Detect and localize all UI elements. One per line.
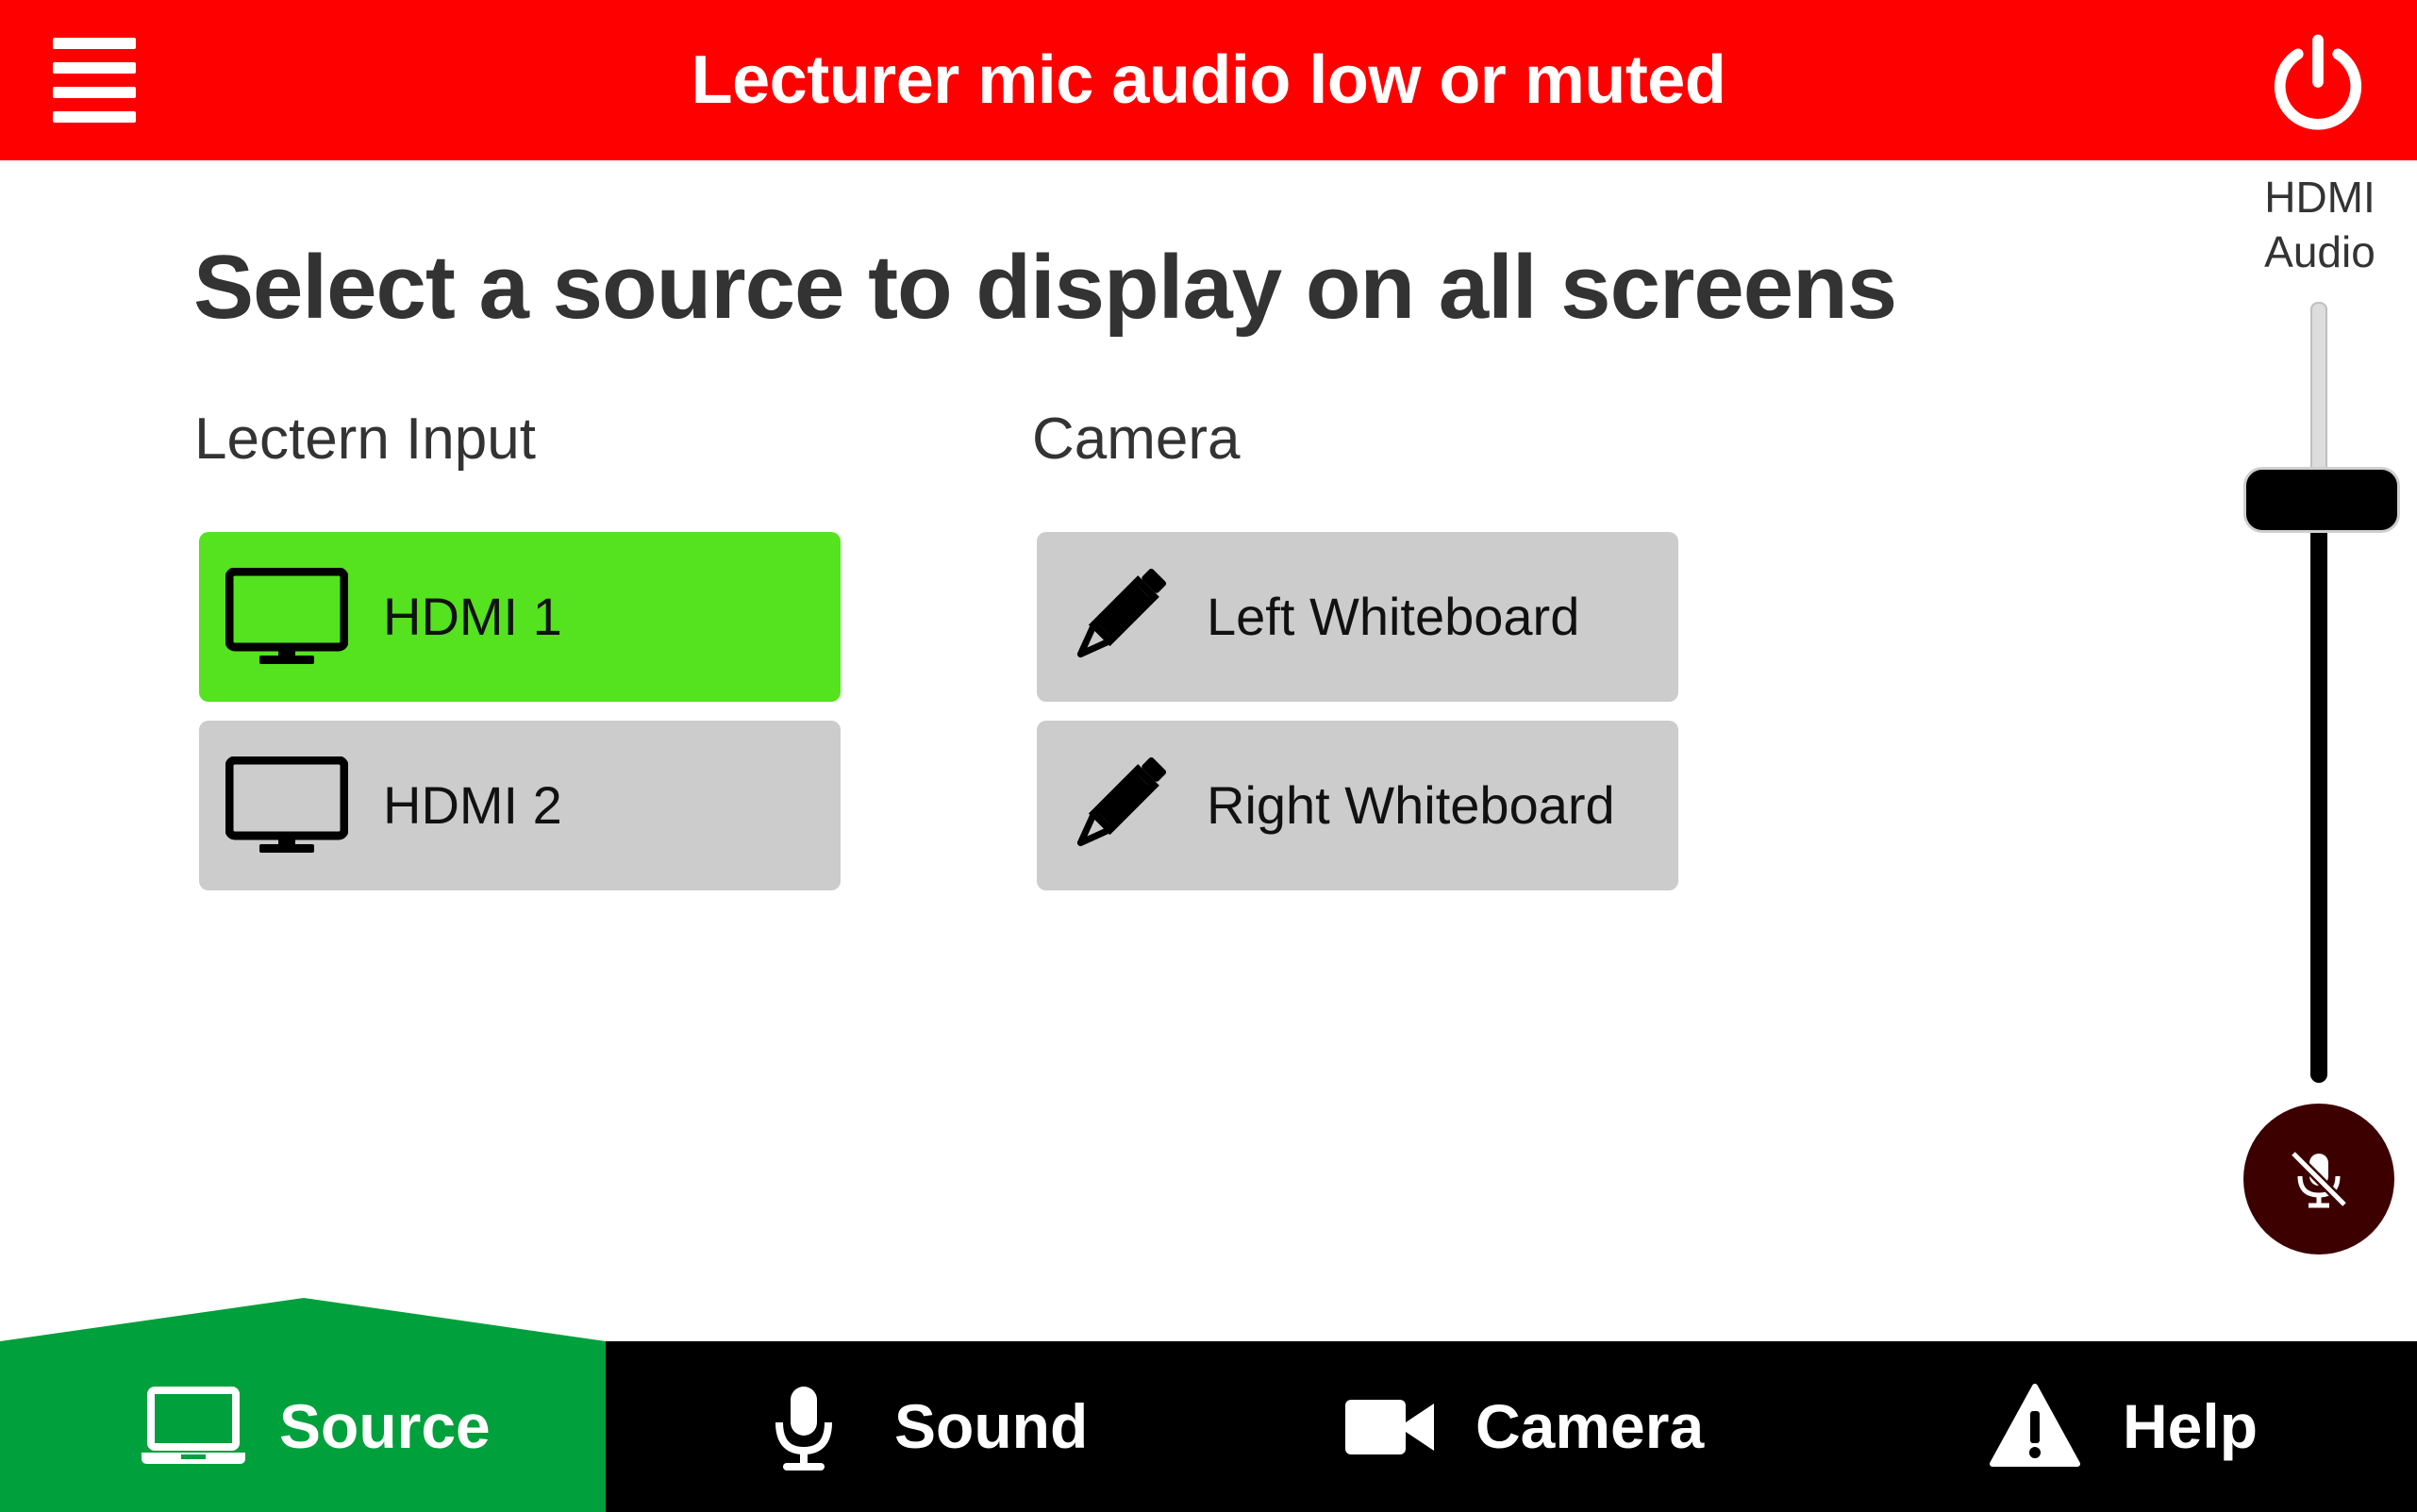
monitor-icon <box>225 567 349 666</box>
right-whiteboard-button[interactable]: Right Whiteboard <box>1037 721 1678 890</box>
monitor-icon <box>225 756 349 855</box>
left-whiteboard-button[interactable]: Left Whiteboard <box>1037 532 1678 702</box>
lectern-input-label: Lectern Input <box>194 407 536 472</box>
video-camera-icon <box>1345 1400 1434 1454</box>
tab-camera-label: Camera <box>1475 1391 1705 1461</box>
mic-muted-icon <box>2290 1150 2348 1208</box>
volume-slider-thumb[interactable] <box>2243 467 2400 533</box>
left-whiteboard-label: Left Whiteboard <box>1207 587 1580 646</box>
tab-help-label: Help <box>2123 1391 2259 1461</box>
hdmi-2-button[interactable]: HDMI 2 <box>199 721 841 890</box>
pencil-icon <box>1065 753 1171 858</box>
tab-camera[interactable]: Camera <box>1209 1341 1813 1512</box>
camera-section-label: Camera <box>1032 407 1241 472</box>
tab-source-label: Source <box>279 1391 491 1461</box>
hdmi-1-label: HDMI 1 <box>383 587 562 646</box>
hdmi-audio-label-line2: Audio <box>2264 227 2375 276</box>
tab-sound[interactable]: Sound <box>606 1341 1209 1512</box>
page-heading: Select a source to display on all screen… <box>193 237 1897 338</box>
microphone-icon <box>775 1387 832 1470</box>
laptop-icon <box>142 1387 245 1464</box>
alert-header: Lecturer mic audio low or muted <box>0 0 2417 160</box>
tab-help[interactable]: Help <box>1813 1341 2417 1512</box>
tab-sound-label: Sound <box>894 1391 1089 1461</box>
hdmi-audio-label-line1: HDMI <box>2264 173 2375 222</box>
pencil-icon <box>1065 564 1171 670</box>
tab-source[interactable]: Source <box>0 1341 606 1512</box>
hdmi-2-label: HDMI 2 <box>383 775 562 835</box>
volume-track-filled[interactable] <box>2310 517 2327 1083</box>
warning-icon <box>1990 1384 2080 1467</box>
power-icon[interactable] <box>2268 32 2368 132</box>
hdmi-audio-label: HDMI Audio <box>2245 170 2394 279</box>
right-whiteboard-label: Right Whiteboard <box>1207 775 1615 835</box>
mic-mute-button[interactable] <box>2243 1104 2394 1254</box>
alert-title: Lecturer mic audio low or muted <box>691 42 1726 118</box>
hdmi-1-button[interactable]: HDMI 1 <box>199 532 841 702</box>
